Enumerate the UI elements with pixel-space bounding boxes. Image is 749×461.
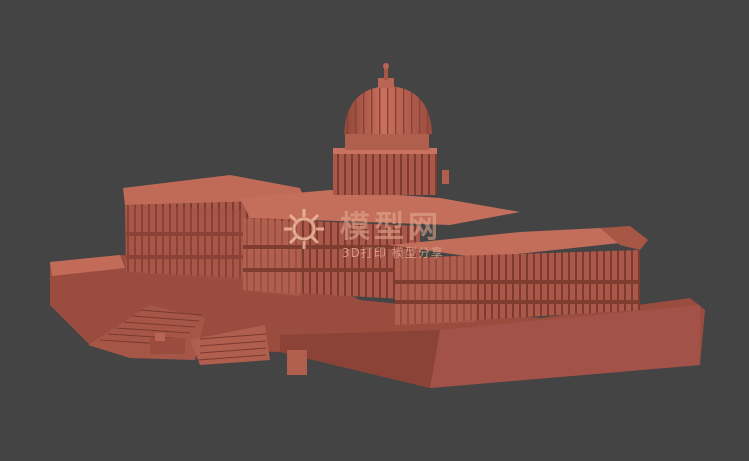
watermark-subtitle: 3D打印 模型分享 — [342, 246, 444, 260]
dome — [333, 63, 449, 195]
3d-viewport[interactable]: 模型网 3D打印 模型分享 — [0, 0, 749, 461]
watermark-title: 模型网 — [340, 210, 442, 245]
gear-logo-icon — [284, 209, 324, 249]
